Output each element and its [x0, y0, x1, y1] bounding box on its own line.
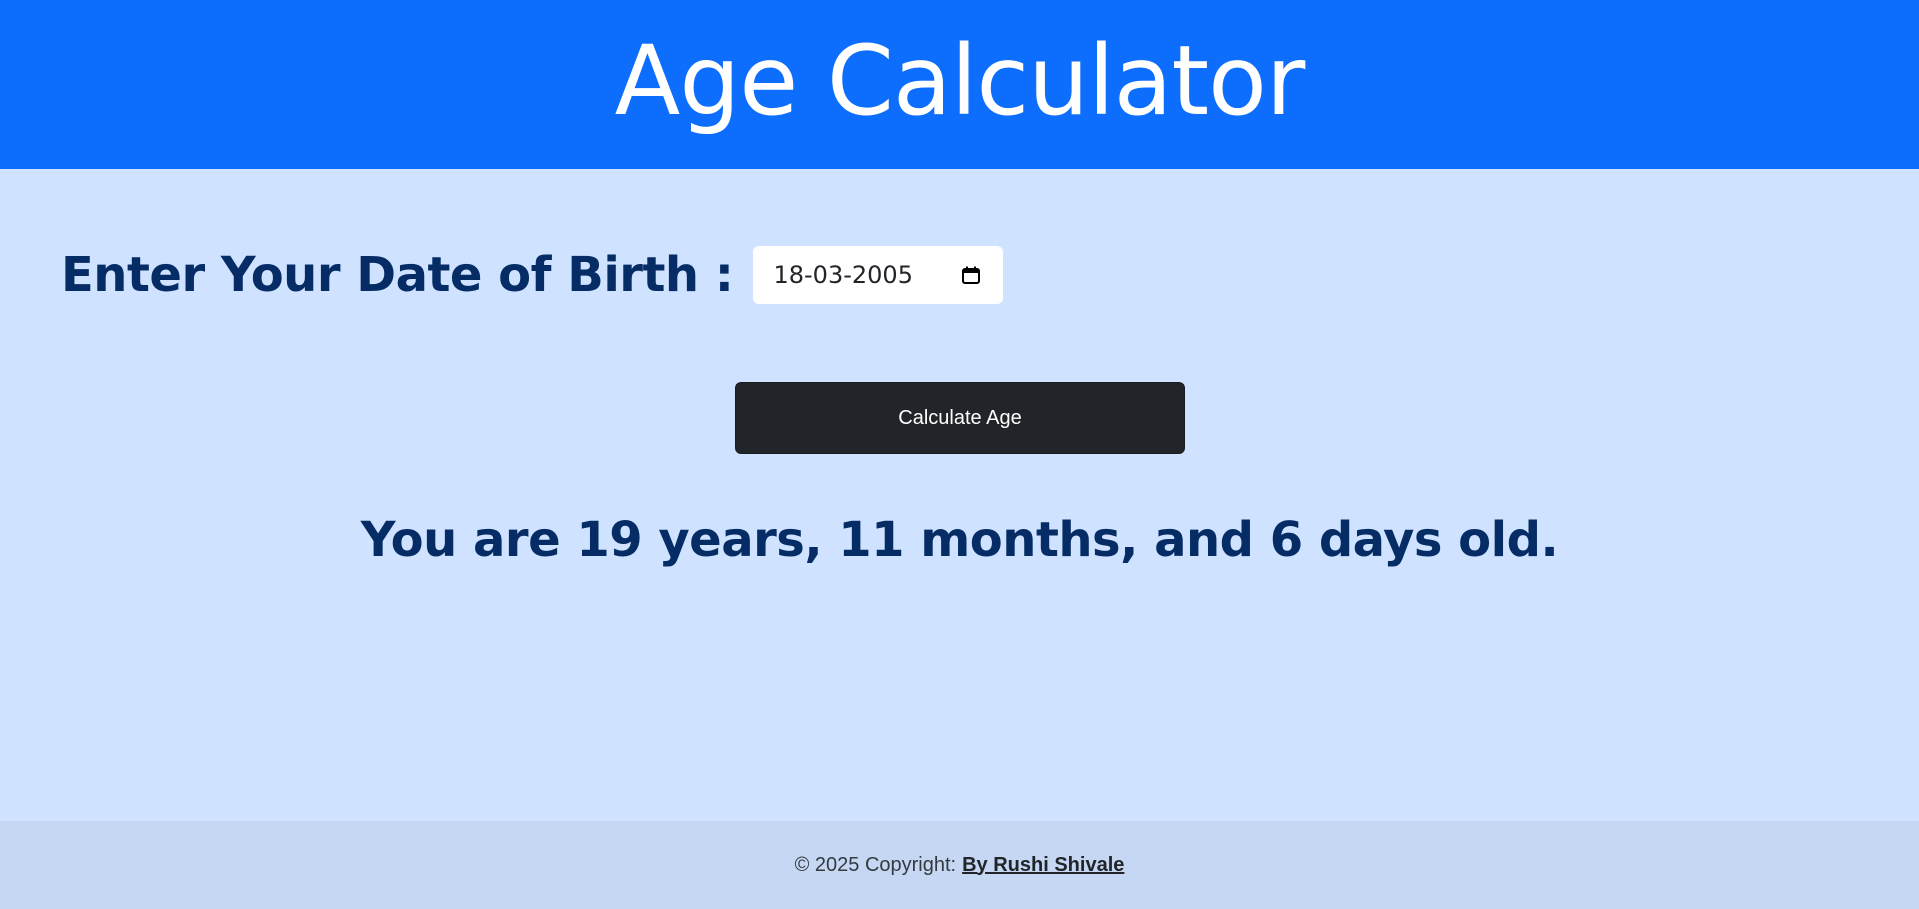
- author-link[interactable]: By Rushi Shivale: [962, 854, 1124, 877]
- dob-date-value[interactable]: 18-03-2005: [773, 261, 961, 289]
- age-result-text: You are 19 years, 11 months, and 6 days …: [360, 512, 1559, 568]
- dob-label: Enter Your Date of Birth :: [61, 247, 734, 303]
- app-header: Age Calculator: [0, 0, 1919, 169]
- dob-date-input[interactable]: 18-03-2005: [753, 246, 1004, 304]
- dob-form-row: Enter Your Date of Birth : 18-03-2005: [61, 246, 1004, 304]
- calendar-icon[interactable]: [961, 265, 981, 285]
- page-footer: © 2025 Copyright: By Rushi Shivale: [0, 821, 1919, 909]
- copyright-text: © 2025 Copyright:: [794, 853, 957, 876]
- calculate-age-button[interactable]: Calculate Age: [735, 382, 1185, 454]
- page-title: Age Calculator: [614, 24, 1306, 137]
